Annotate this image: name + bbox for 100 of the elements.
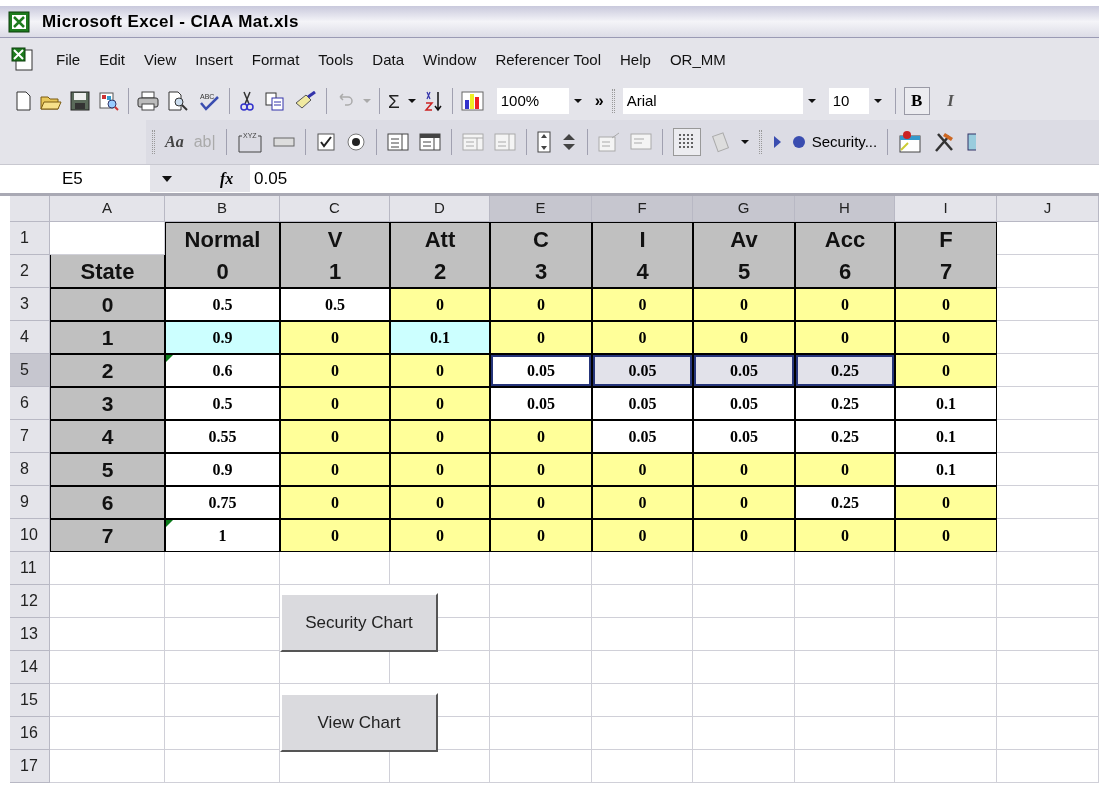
table-cell[interactable]: 0.1 [895, 387, 997, 420]
print-preview-icon[interactable] [167, 91, 189, 111]
table-cell[interactable]: 0 [592, 288, 693, 321]
column-title-cell[interactable]: State [50, 255, 165, 288]
table-cell[interactable]: 0.5 [280, 288, 390, 321]
menu-item[interactable]: View [136, 48, 185, 72]
column-title-cell[interactable]: 0 [165, 255, 280, 288]
table-cell[interactable]: 0.75 [165, 486, 280, 519]
new-document-icon[interactable] [14, 91, 32, 111]
column-title-cell[interactable]: Normal [165, 222, 280, 255]
table-cell[interactable]: 0 [280, 453, 390, 486]
column-header[interactable]: I [895, 196, 997, 222]
column-header[interactable]: A [50, 196, 165, 222]
row-label-cell[interactable]: 1 [50, 321, 165, 354]
table-cell[interactable]: 0 [390, 486, 490, 519]
table-cell[interactable]: 0.55 [165, 420, 280, 453]
column-title-cell[interactable]: Att [390, 222, 490, 255]
column-header[interactable]: F [592, 196, 693, 222]
dropdown-arrow-icon[interactable] [407, 98, 416, 104]
row-label-cell[interactable]: 0 [50, 288, 165, 321]
sort-ascending-icon[interactable] [423, 90, 444, 112]
menu-item[interactable]: File [48, 48, 89, 72]
save-icon[interactable] [70, 91, 90, 111]
menu-item[interactable]: Edit [91, 48, 134, 72]
row-label-cell[interactable]: 7 [50, 519, 165, 552]
table-cell[interactable]: 0 [592, 519, 693, 552]
table-cell[interactable]: 0.25 [795, 420, 895, 453]
menu-item[interactable]: Help [612, 48, 659, 72]
visual-basic-icon[interactable] [898, 130, 923, 154]
table-cell[interactable]: 0.25 [795, 486, 895, 519]
table-cell[interactable]: 0 [280, 387, 390, 420]
column-title-cell[interactable]: 4 [592, 255, 693, 288]
insert-function-button[interactable]: fx [220, 165, 250, 192]
font-name-dropdown[interactable]: Arial [622, 88, 821, 114]
menu-item[interactable]: OR_MM [661, 48, 734, 72]
permission-icon[interactable] [98, 91, 120, 111]
table-cell[interactable]: 0.1 [895, 420, 997, 453]
label-tool-button[interactable]: Aa [165, 130, 184, 154]
table-cell[interactable]: 0.05 [693, 420, 795, 453]
table-cell[interactable]: 0 [390, 387, 490, 420]
table-cell[interactable]: 0 [490, 288, 592, 321]
table-cell[interactable]: 0.25 [795, 387, 895, 420]
table-cell[interactable]: 0 [693, 519, 795, 552]
column-title-cell[interactable]: 5 [693, 255, 795, 288]
table-cell[interactable]: 0 [490, 519, 592, 552]
font-size-dropdown[interactable]: 10 [828, 88, 887, 114]
menu-item[interactable]: Data [364, 48, 413, 72]
row-label-cell[interactable]: 2 [50, 354, 165, 387]
column-title-cell[interactable]: 1 [280, 255, 390, 288]
print-icon[interactable] [137, 91, 159, 111]
row-label-cell[interactable]: 4 [50, 420, 165, 453]
column-header[interactable]: B [165, 196, 280, 222]
table-cell[interactable]: 0 [693, 486, 795, 519]
table-cell[interactable]: 0 [280, 420, 390, 453]
table-cell[interactable]: 0.05 [693, 354, 795, 387]
column-title-cell[interactable]: 2 [390, 255, 490, 288]
menu-item[interactable]: Insert [187, 48, 241, 72]
column-title-cell[interactable]: I [592, 222, 693, 255]
option-button-icon[interactable] [345, 132, 366, 152]
menu-item[interactable]: Format [243, 48, 308, 72]
column-header[interactable]: G [693, 196, 795, 222]
table-cell[interactable]: 0 [795, 288, 895, 321]
column-title-cell[interactable]: 6 [795, 255, 895, 288]
security-button[interactable]: Security... [811, 130, 878, 154]
column-title-cell[interactable]: 3 [490, 255, 592, 288]
table-cell[interactable]: 0 [895, 354, 997, 387]
toggle-grid-icon[interactable] [672, 128, 701, 156]
column-header[interactable]: C [280, 196, 390, 222]
table-cell[interactable]: 0 [895, 519, 997, 552]
table-cell[interactable]: 0 [895, 288, 997, 321]
column-title-cell[interactable]: Av [693, 222, 795, 255]
column-header[interactable]: J [997, 196, 1099, 222]
bold-button[interactable]: B [903, 87, 930, 115]
table-cell[interactable]: 0 [490, 453, 592, 486]
toolbar-overflow-button[interactable]: » [594, 93, 604, 109]
table-cell[interactable]: 0 [795, 519, 895, 552]
zoom-dropdown[interactable]: 100% [496, 88, 587, 114]
table-cell[interactable]: 0 [280, 519, 390, 552]
table-cell[interactable]: 0 [795, 321, 895, 354]
sheet-button[interactable]: Security Chart [280, 593, 438, 652]
row-header[interactable]: 8 [10, 453, 50, 486]
table-cell[interactable]: 0 [280, 354, 390, 387]
row-label-cell[interactable]: 6 [50, 486, 165, 519]
copy-icon[interactable] [264, 91, 286, 111]
table-cell[interactable]: 0.6 [165, 354, 280, 387]
run-macro-icon[interactable] [771, 135, 782, 149]
table-cell[interactable]: 0 [693, 321, 795, 354]
table-cell[interactable]: 0.05 [592, 387, 693, 420]
table-cell[interactable]: 0 [795, 453, 895, 486]
sheet-button[interactable]: View Chart [280, 693, 438, 752]
record-macro-icon[interactable] [791, 135, 806, 149]
table-cell[interactable]: 0.1 [895, 453, 997, 486]
table-cell[interactable]: 0.05 [693, 387, 795, 420]
row-header[interactable]: 1 [10, 222, 50, 255]
row-header[interactable]: 15 [10, 684, 50, 717]
table-cell[interactable]: 0.9 [165, 453, 280, 486]
table-cell[interactable]: 0 [390, 354, 490, 387]
table-cell[interactable]: 0 [592, 486, 693, 519]
workbook-icon[interactable] [10, 47, 36, 73]
row-header[interactable]: 16 [10, 717, 50, 750]
